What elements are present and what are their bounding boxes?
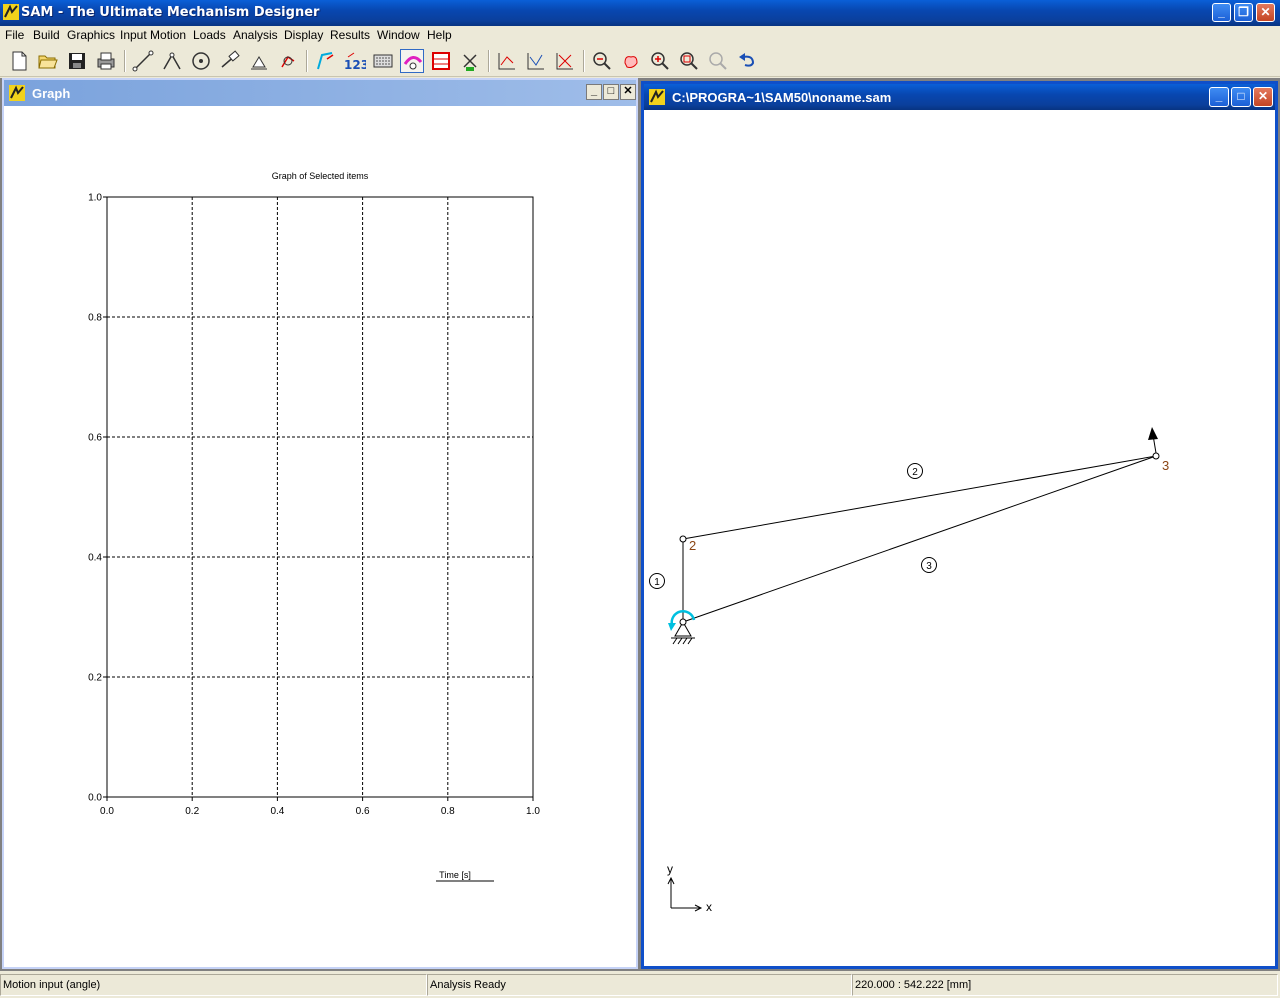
graph-minimize-button[interactable]: _	[586, 84, 602, 100]
status-pane-mode: Motion input (angle)	[0, 974, 427, 996]
svg-text:1: 1	[654, 577, 660, 588]
menu-results[interactable]: Results	[330, 28, 370, 42]
x-tick-label: 0.4	[270, 806, 284, 817]
graph-maximize-button[interactable]: □	[603, 84, 619, 100]
menu-input-motion[interactable]: Input Motion	[120, 28, 186, 42]
graph-xy3-icon[interactable]	[553, 49, 577, 73]
element-3-line[interactable]	[682, 455, 1157, 623]
calculator-icon[interactable]	[371, 49, 395, 73]
menu-analysis[interactable]: Analysis	[233, 28, 278, 42]
mechanism-maximize-button[interactable]: □	[1231, 87, 1251, 107]
graph-close-button[interactable]: ✕	[620, 84, 636, 100]
y-tick-label: 0.6	[88, 433, 102, 444]
truss-element-icon[interactable]	[160, 49, 184, 73]
gear-element-icon[interactable]	[189, 49, 213, 73]
mechanism-window-title-bar[interactable]: C:\PROGRA~1\SAM50\noname.sam _ □ ✕	[644, 84, 1275, 110]
graph-xy2-icon[interactable]	[524, 49, 548, 73]
toolbar: 123	[0, 45, 1280, 77]
node-1[interactable]	[679, 618, 687, 626]
svg-text:123: 123	[344, 58, 366, 72]
graph-xy-icon[interactable]	[495, 49, 519, 73]
window-title: SAM - The Ultimate Mechanism Designer	[21, 5, 320, 20]
status-pane-coordinates: 220.000 : 542.222 [mm]	[852, 974, 1278, 996]
app-title-bar[interactable]: SAM - The Ultimate Mechanism Designer _ …	[0, 0, 1280, 26]
element-label-3: 3	[921, 557, 937, 573]
beam-element-icon[interactable]	[131, 49, 155, 73]
close-button[interactable]: ✕	[1256, 3, 1275, 22]
slider-element-icon[interactable]	[218, 49, 242, 73]
graph-window-title: Graph	[32, 86, 71, 101]
mdi-client-area: Graph _ □ ✕ Graph of Selected items 0.0 0…	[0, 78, 1280, 971]
zoom-in-icon[interactable]	[648, 49, 672, 73]
pan-hand-icon[interactable]	[619, 49, 643, 73]
sam-doc-icon	[9, 85, 25, 101]
element-label-2: 2	[907, 463, 923, 479]
node-3[interactable]	[1152, 452, 1160, 460]
new-file-icon[interactable]	[7, 49, 31, 73]
chart-x-axis-label: Time [s]	[439, 870, 471, 880]
menu-bar: File Build Graphics Input Motion Loads A…	[0, 26, 1280, 45]
sam-doc-icon	[649, 89, 665, 105]
status-bar: Motion input (angle) Analysis Ready 220.…	[0, 972, 1280, 998]
y-tick-label: 0.4	[88, 553, 102, 564]
graph-window[interactable]: Graph _ □ ✕ Graph of Selected items 0.0 0…	[2, 78, 638, 969]
mechanism-window-title: C:\PROGRA~1\SAM50\noname.sam	[672, 90, 892, 105]
chart-title: Graph of Selected items	[272, 171, 369, 181]
svg-text:2: 2	[912, 467, 918, 478]
x-tick-label: 0.6	[356, 806, 370, 817]
node-label-2: 2	[689, 538, 696, 553]
menu-window[interactable]: Window	[377, 28, 420, 42]
element-label-1: 1	[649, 573, 665, 589]
sam-app-icon	[3, 4, 19, 20]
mechanism-minimize-button[interactable]: _	[1209, 87, 1229, 107]
mechanism-window[interactable]: C:\PROGRA~1\SAM50\noname.sam _ □ ✕ 2 3 1…	[641, 81, 1278, 969]
status-pane-analysis: Analysis Ready	[427, 974, 852, 996]
node-label-3: 3	[1162, 458, 1169, 473]
menu-help[interactable]: Help	[427, 28, 452, 42]
menu-loads[interactable]: Loads	[193, 28, 226, 42]
menu-build[interactable]: Build	[33, 28, 60, 42]
graph-chart: Graph of Selected items 0.0 0.2 0.4 0.6 0.8 1…	[88, 171, 540, 882]
analyse-icon[interactable]	[400, 49, 424, 73]
graph-window-title-bar[interactable]: Graph _ □ ✕	[4, 80, 636, 106]
mechanism-canvas[interactable]: 2 3 1 2 3 y x	[644, 110, 1275, 966]
xy-axes-icon	[667, 876, 703, 912]
menu-display[interactable]: Display	[284, 28, 323, 42]
fixed-support-icon[interactable]	[247, 49, 271, 73]
mechanism-close-button[interactable]: ✕	[1253, 87, 1273, 107]
output-arrow-icon	[1148, 427, 1158, 454]
save-disk-icon[interactable]	[65, 49, 89, 73]
zoom-out-icon[interactable]	[590, 49, 614, 73]
restore-button[interactable]: ❐	[1234, 3, 1253, 22]
undo-arrow-icon[interactable]	[735, 49, 759, 73]
print-icon[interactable]	[94, 49, 118, 73]
results-table-icon[interactable]	[429, 49, 453, 73]
zoom-window-icon[interactable]	[677, 49, 701, 73]
y-tick-label: 0.2	[88, 673, 102, 684]
menu-file[interactable]: File	[5, 28, 24, 42]
y-tick-label: 0.8	[88, 313, 102, 324]
x-tick-label: 0.0	[100, 806, 114, 817]
x-axis-label: x	[706, 900, 712, 914]
svg-text:3: 3	[926, 561, 932, 572]
y-tick-label: 1.0	[88, 193, 102, 204]
minimize-button[interactable]: _	[1212, 3, 1231, 22]
open-folder-icon[interactable]	[36, 49, 60, 73]
node-2[interactable]	[679, 535, 687, 543]
x-tick-label: 1.0	[526, 806, 540, 817]
x-tick-label: 0.8	[441, 806, 455, 817]
animation-windmill-icon[interactable]	[458, 49, 482, 73]
numbering-123-icon[interactable]: 123	[342, 49, 369, 73]
input-motion-icon[interactable]	[313, 49, 337, 73]
hinge-support-icon[interactable]	[276, 49, 300, 73]
y-axis-label: y	[667, 862, 673, 876]
menu-graphics[interactable]: Graphics	[67, 28, 115, 42]
y-tick-label: 0.0	[88, 793, 102, 804]
zoom-previous-icon[interactable]	[706, 49, 730, 73]
x-tick-label: 0.2	[185, 806, 199, 817]
